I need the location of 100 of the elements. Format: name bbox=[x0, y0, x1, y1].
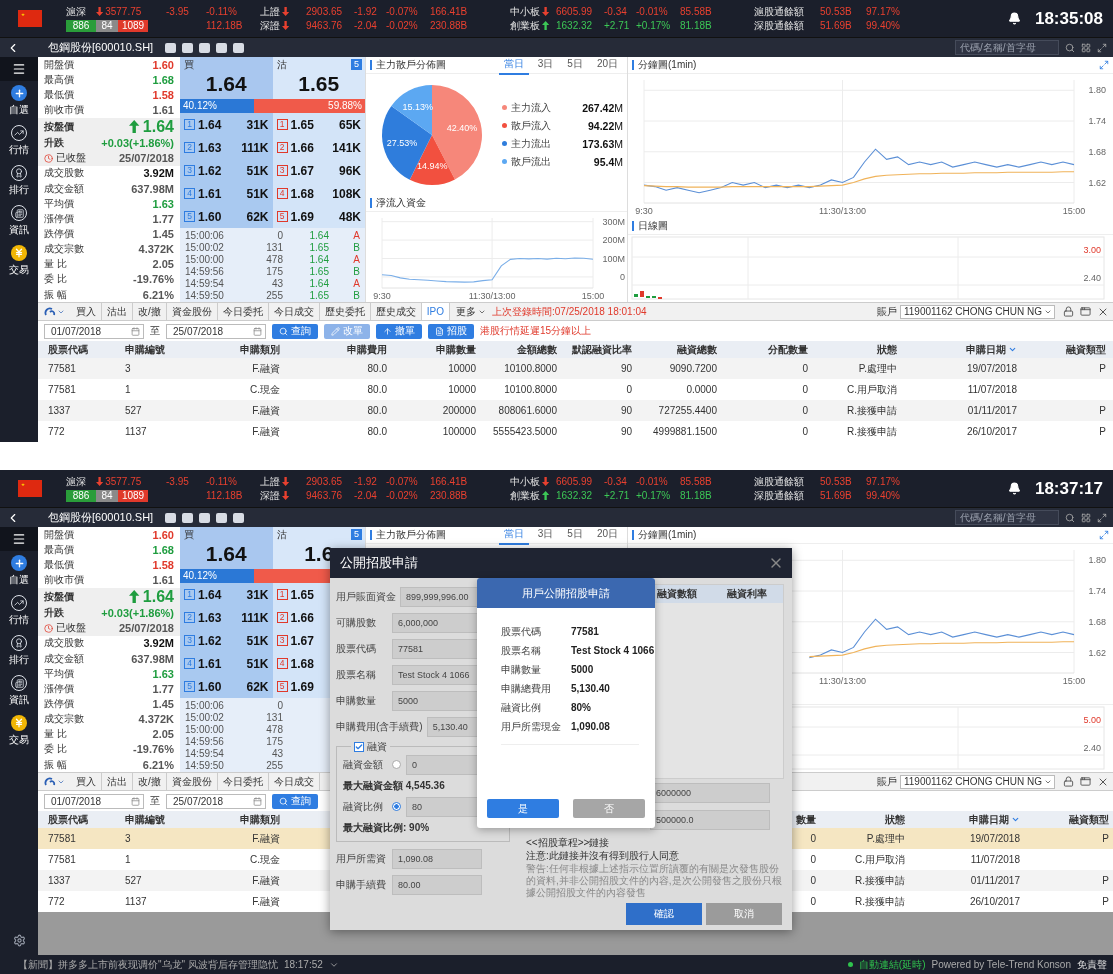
table-cell: 90 bbox=[620, 405, 632, 416]
table-cell: 77581 bbox=[48, 833, 76, 844]
quota-percent: 99.40% bbox=[866, 20, 901, 31]
quote-value: 1.58 bbox=[152, 88, 174, 101]
quote-label: 前收市價 bbox=[44, 103, 84, 117]
trade-volume: 0 bbox=[276, 699, 283, 711]
axis-label: 1.68 bbox=[1088, 146, 1106, 157]
index-turnover: 230.88B bbox=[430, 490, 469, 501]
ask-label: 沽 bbox=[276, 528, 287, 542]
field-label: 股票名稱 bbox=[336, 668, 377, 682]
falling-count: 1089 bbox=[118, 489, 148, 502]
quote-value: 4.372K bbox=[138, 243, 174, 256]
axis-label: 5.00 bbox=[1083, 715, 1101, 725]
field-label: 申購手續費 bbox=[336, 878, 387, 892]
quote-label: 委 比 bbox=[44, 272, 67, 287]
quota-value: 51.69B bbox=[820, 20, 853, 31]
table-cell: 1 bbox=[125, 854, 131, 865]
table-cell: 0 bbox=[810, 875, 816, 886]
table-cell: 01/11/2017 bbox=[967, 405, 1017, 416]
index-name: 上證 bbox=[260, 474, 280, 489]
delay-notice: 港股行情延遲15分鐘以上 bbox=[480, 324, 592, 338]
index-change: -1.92 bbox=[354, 476, 378, 487]
axis-label: 1.62 bbox=[1088, 647, 1106, 658]
quote-label: 平均價 bbox=[44, 196, 74, 211]
level-number: 1 bbox=[276, 119, 288, 130]
trade-price: 1.64 bbox=[308, 277, 329, 289]
level-price: 1.65 bbox=[290, 117, 314, 132]
field-label: 用戶賬面資金 bbox=[336, 590, 396, 604]
table-cell: 11/07/2018 bbox=[970, 854, 1020, 865]
index-change: -2.04 bbox=[354, 490, 378, 501]
clock-time: 18:35:08 bbox=[1034, 8, 1103, 29]
stock-title: 包鋼股份[600010.SH] bbox=[48, 510, 154, 525]
field-label: 融資金額 bbox=[343, 757, 384, 772]
field-label: 股票代碼 bbox=[336, 642, 377, 656]
index-name: 滬深 bbox=[66, 4, 87, 19]
dialog-title: 用戶公開招股申請 bbox=[522, 585, 610, 601]
connection-status: 自動連結(延時) bbox=[858, 957, 926, 972]
index-percent: -0.02% bbox=[386, 20, 419, 31]
quote-label: 量 比 bbox=[44, 727, 67, 742]
quota-percent: 97.17% bbox=[866, 6, 901, 17]
axis-label: 1.80 bbox=[1088, 85, 1106, 96]
trade-volume: 175 bbox=[265, 735, 283, 747]
quote-value: 1.60 bbox=[152, 528, 174, 541]
panel-title: 主力散戶分佈圖 bbox=[370, 60, 446, 70]
index-value: 3577.75 bbox=[105, 6, 142, 17]
level-size: 51K bbox=[246, 656, 269, 671]
table-cell: 10100.8000 bbox=[504, 363, 557, 374]
axis-label: 1.74 bbox=[1088, 586, 1106, 596]
level-number: 2 bbox=[276, 612, 288, 623]
index-value: 6605.99 bbox=[556, 476, 594, 487]
bid-ratio-text: 40.12% bbox=[183, 570, 217, 581]
index-name: 上證 bbox=[260, 4, 280, 19]
rising-count: 886 bbox=[66, 19, 96, 32]
quote-label: 委 比 bbox=[44, 742, 67, 757]
table-cell: F.融資 bbox=[252, 873, 280, 888]
panel-title: 主力散戶分佈圖 bbox=[370, 530, 446, 540]
quote-label: 平均價 bbox=[44, 666, 74, 681]
table-cell: P.處理中 bbox=[858, 361, 897, 376]
trade-volume: 478 bbox=[265, 723, 283, 735]
trade-time: 14:59:50 bbox=[185, 759, 225, 771]
index-percent: -0.11% bbox=[206, 476, 238, 487]
axis-label: 100M bbox=[602, 253, 625, 264]
trade-side: A bbox=[352, 229, 360, 241]
quota-name: 深股通餘額 bbox=[754, 18, 805, 33]
quote-value: 1.61 bbox=[152, 574, 174, 586]
clock-time: 18:37:17 bbox=[1034, 478, 1103, 499]
index-value: 2903.65 bbox=[306, 6, 344, 17]
table-cell: 4999881.1500 bbox=[653, 426, 717, 437]
table-cell: 1137 bbox=[125, 896, 147, 907]
trade-time: 15:00:00 bbox=[185, 723, 225, 735]
quote-label: 漲停價 bbox=[44, 211, 74, 226]
quote-value: 1.68 bbox=[152, 73, 174, 86]
quote-value: 2.05 bbox=[152, 728, 174, 741]
legend-label: 主力流入 bbox=[511, 100, 551, 115]
quote-value: +0.03(+1.86%) bbox=[101, 137, 174, 150]
trade-volume: 255 bbox=[265, 289, 283, 301]
quote-label: 升跌 bbox=[44, 136, 64, 151]
axis-label: 2.40 bbox=[1083, 743, 1101, 753]
table-cell: F.融資 bbox=[252, 831, 280, 846]
level-number: 5 bbox=[276, 211, 288, 222]
quote-value: 1.45 bbox=[152, 697, 174, 710]
quote-label: 已收盤 bbox=[56, 621, 86, 636]
table-cell: 527 bbox=[125, 875, 142, 886]
index-turnover: 81.18B bbox=[680, 20, 713, 31]
trade-volume: 43 bbox=[270, 747, 283, 759]
level-price: 1.67 bbox=[290, 163, 314, 178]
axis-label: 3.00 bbox=[1083, 245, 1101, 255]
legend-value: 94.22M bbox=[587, 119, 623, 132]
index-change: -2.04 bbox=[354, 20, 378, 31]
index-turnover: 112.18B bbox=[206, 20, 244, 31]
table-cell: 200000 bbox=[442, 405, 476, 416]
axis-label: 15:00 bbox=[1062, 676, 1086, 686]
quote-label: 升跌 bbox=[44, 606, 64, 621]
table-cell: 1337 bbox=[48, 405, 71, 416]
trade-side: A bbox=[352, 277, 360, 289]
powered-by: Powered by Tele-Trend Konson bbox=[931, 959, 1071, 970]
trade-time: 15:00:02 bbox=[185, 711, 225, 723]
level-size: 111K bbox=[241, 140, 269, 155]
summary-value: 5000 bbox=[571, 664, 594, 675]
quota-value: 51.69B bbox=[820, 490, 853, 501]
